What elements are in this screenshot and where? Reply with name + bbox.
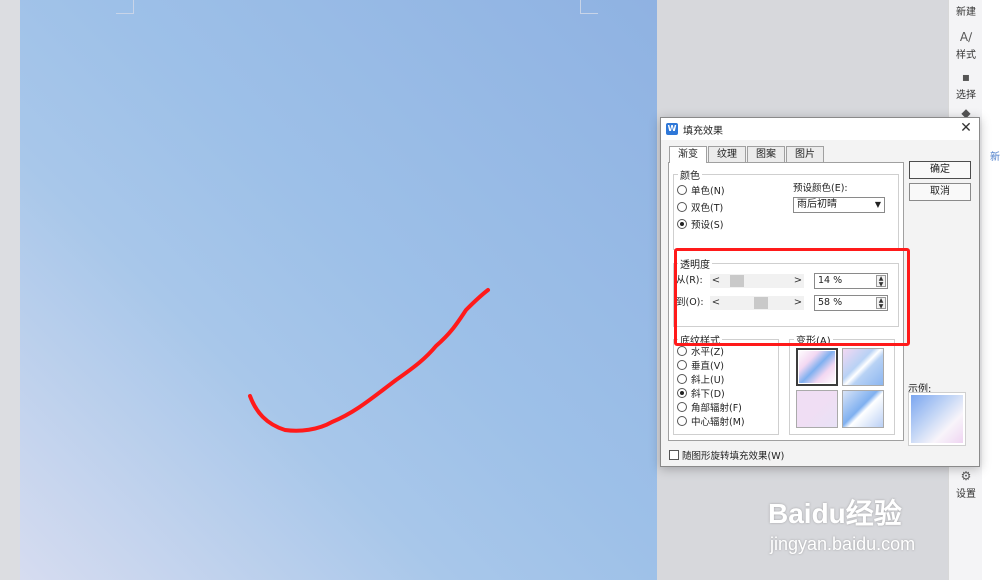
radio-circle — [677, 416, 687, 426]
transparency-group-title: 透明度 — [678, 256, 712, 271]
slider-left-arrow[interactable]: < — [710, 296, 722, 310]
far-right-panel — [982, 0, 1000, 580]
sidebar-item-label: 设置 — [956, 489, 976, 500]
variants-group: 变形(A) — [789, 332, 895, 435]
radio-label: 水平(Z) — [691, 347, 724, 358]
sample-fill — [911, 395, 963, 443]
radio-label: 角部辐射(F) — [691, 403, 742, 414]
far-right-label: 新 — [990, 152, 1000, 163]
slider-right-arrow[interactable]: > — [792, 296, 804, 310]
sidebar-item-select[interactable]: ▪ 选择 — [949, 70, 983, 101]
baidu-watermark: Baidu经验 jingyan.baidu.com — [768, 474, 948, 574]
transparency-from-label: 从(R): — [676, 275, 703, 286]
radio-label: 双色(T) — [691, 203, 724, 214]
dialog-titlebar[interactable]: W 填充效果 ✕ — [661, 118, 979, 140]
preset-colors-value: 雨后初晴 — [797, 199, 837, 210]
radio-label: 单色(N) — [691, 186, 725, 197]
cancel-button[interactable]: 取消 — [909, 183, 971, 201]
radio-circle — [677, 202, 687, 212]
variant-swatch-3[interactable] — [796, 390, 838, 428]
tab-pattern[interactable]: 图案 — [747, 146, 785, 162]
rotate-fill-label: 随图形旋转填充效果(W) — [682, 451, 785, 462]
document-left-gutter — [0, 0, 20, 580]
color-group: 颜色 单色(N) 双色(T) 预设(S) 预设颜色(E): 雨后初晴 ▼ — [673, 167, 899, 250]
variants-title: 变形(A) — [794, 332, 833, 347]
app-icon: W — [666, 123, 678, 135]
variant-swatch-1[interactable] — [796, 348, 838, 386]
dialog-title: 填充效果 — [683, 126, 723, 137]
preset-colors-dropdown[interactable]: 雨后初晴 ▼ — [793, 197, 885, 213]
radio-circle — [677, 185, 687, 195]
transparency-from-value: 14 % — [818, 275, 843, 286]
radio-label: 斜上(U) — [691, 375, 725, 386]
watermark-url: jingyan.baidu.com — [770, 534, 916, 554]
document-page[interactable] — [20, 0, 657, 580]
slider-right-arrow[interactable]: > — [792, 274, 804, 288]
crop-mark-right — [580, 0, 598, 14]
fill-effects-dialog: W 填充效果 ✕ 渐变 纹理 图案 图片 颜色 单色(N) 双色(T) 预设(S… — [660, 117, 980, 467]
preset-colors-label: 预设颜色(E): — [793, 183, 848, 194]
radio-horizontal[interactable]: 水平(Z) — [677, 346, 724, 360]
transparency-to-label: 到(O): — [676, 297, 704, 308]
style-icon: A∕ — [959, 30, 973, 44]
close-button[interactable]: ✕ — [957, 119, 975, 137]
sidebar-item-settings[interactable]: ⚙ 设置 — [949, 469, 983, 500]
radio-diagonal-down[interactable]: 斜下(D) — [677, 388, 725, 402]
radio-label: 斜下(D) — [691, 389, 725, 400]
radio-label: 预设(S) — [691, 220, 724, 231]
checkbox-box — [669, 450, 679, 460]
radio-label: 中心辐射(M) — [691, 417, 745, 428]
tab-texture[interactable]: 纹理 — [708, 146, 746, 162]
radio-one-color[interactable]: 单色(N) — [677, 185, 725, 199]
transparency-to-input[interactable]: 58 % ▲ ▼ — [814, 295, 888, 311]
shading-styles-title: 底纹样式 — [678, 332, 722, 347]
transparency-to-slider[interactable]: < > — [710, 296, 804, 310]
transparency-group: 透明度 从(R): < > 14 % ▲ ▼ 到(O): < > 58 % ▲ ▼ — [673, 256, 899, 327]
gradient-tab-panel: 颜色 单色(N) 双色(T) 预设(S) 预设颜色(E): 雨后初晴 ▼ 透明度… — [668, 162, 904, 441]
sidebar-item-new[interactable]: 新建 — [949, 3, 983, 18]
radio-two-colors[interactable]: 双色(T) — [677, 202, 723, 216]
variant-swatch-4[interactable] — [842, 390, 884, 428]
spinner-icon[interactable]: ▲ ▼ — [876, 297, 886, 310]
radio-circle-checked — [677, 388, 687, 398]
radio-from-center[interactable]: 中心辐射(M) — [677, 416, 745, 430]
transparency-to-value: 58 % — [818, 297, 843, 308]
variant-swatch-2[interactable] — [842, 348, 884, 386]
radio-circle — [677, 360, 687, 370]
radio-circle — [677, 374, 687, 384]
transparency-from-slider[interactable]: < > — [710, 274, 804, 288]
sample-preview — [908, 392, 966, 446]
slider-thumb[interactable] — [754, 297, 769, 309]
spinner-icon[interactable]: ▲ ▼ — [876, 275, 886, 288]
tab-picture[interactable]: 图片 — [786, 146, 824, 162]
radio-preset[interactable]: 预设(S) — [677, 219, 723, 233]
radio-circle — [677, 402, 687, 412]
radio-label: 垂直(V) — [691, 361, 724, 372]
color-group-title: 颜色 — [678, 167, 702, 182]
ok-button[interactable]: 确定 — [909, 161, 971, 179]
shading-styles-group: 底纹样式 水平(Z) 垂直(V) 斜上(U) 斜下(D) 角部辐射(F) 中心辐… — [673, 332, 779, 435]
watermark-brand: Baidu经验 — [768, 498, 902, 529]
tab-gradient[interactable]: 渐变 — [669, 146, 707, 163]
sidebar-item-label: 样式 — [956, 50, 976, 61]
sidebar-item-style[interactable]: A∕ 样式 — [949, 30, 983, 61]
select-icon: ▪ — [961, 70, 971, 84]
chevron-down-icon: ▼ — [874, 200, 881, 209]
radio-diagonal-up[interactable]: 斜上(U) — [677, 374, 724, 388]
slider-thumb[interactable] — [729, 275, 744, 287]
slider-left-arrow[interactable]: < — [710, 274, 722, 288]
sidebar-item-label: 新建 — [956, 7, 976, 18]
rotate-fill-checkbox[interactable]: 随图形旋转填充效果(W) — [669, 450, 784, 464]
radio-circle — [677, 346, 687, 356]
radio-circle-checked — [677, 219, 687, 229]
radio-vertical[interactable]: 垂直(V) — [677, 360, 724, 374]
crop-mark-left — [116, 0, 134, 14]
sidebar-item-label: 选择 — [956, 90, 976, 101]
transparency-from-input[interactable]: 14 % ▲ ▼ — [814, 273, 888, 289]
radio-from-corner[interactable]: 角部辐射(F) — [677, 402, 742, 416]
settings-icon: ⚙ — [960, 469, 972, 483]
